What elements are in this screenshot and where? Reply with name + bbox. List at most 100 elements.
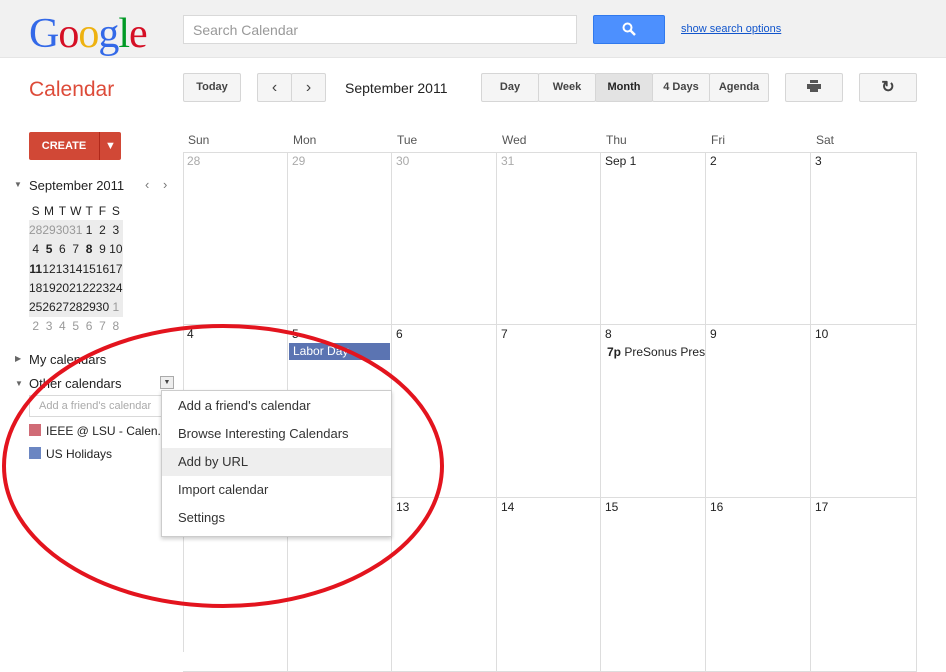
day-cell[interactable]: 7 [497,325,601,498]
show-search-options-link[interactable]: show search options [681,23,781,35]
menu-add-friend[interactable]: Add a friend's calendar [162,392,391,420]
mini-day[interactable]: 6 [55,239,70,259]
google-logo[interactable]: Google [29,10,148,58]
day-cell[interactable]: 28 [183,152,288,325]
mini-day[interactable]: 16 [95,258,110,279]
mini-day[interactable]: 14 [69,258,83,279]
dow: W [70,203,82,218]
mini-day[interactable]: 18 [29,278,43,298]
mini-day[interactable]: 30 [95,297,110,317]
today-button[interactable]: Today [183,73,241,102]
day-cell[interactable]: 14 [497,498,601,672]
day-cell[interactable]: 15 [601,498,706,672]
calendar-item[interactable]: US Holidays [29,447,112,461]
day-cell[interactable]: 31 [497,152,601,325]
mini-day[interactable]: 31 [69,220,83,240]
mini-day[interactable]: 7 [69,239,83,259]
mini-day[interactable]: 2 [95,220,110,240]
event-presonus[interactable]: 7p PreSonus Pres [607,345,705,359]
day-cell[interactable]: 9 [706,325,811,498]
next-button[interactable]: › [291,73,326,102]
mini-day[interactable]: 10 [109,239,123,259]
mini-day[interactable]: 21 [69,278,83,298]
mini-day[interactable]: 19 [42,278,56,298]
view-month[interactable]: Month [595,73,653,102]
mini-day[interactable]: 12 [42,258,56,279]
menu-import[interactable]: Import calendar [162,476,391,504]
mini-day[interactable]: 1 [82,220,96,240]
day-cell[interactable]: 6 [392,325,497,498]
menu-settings[interactable]: Settings [162,504,391,532]
mini-day[interactable]: 8 [109,317,122,336]
mini-calendar-title[interactable]: September 2011 [29,178,124,193]
mini-day[interactable]: 17 [109,258,123,279]
refresh-button[interactable]: ↻ [859,73,917,102]
day-cell[interactable]: 2 [706,152,811,325]
refresh-icon: ↻ [881,79,895,96]
day-of-week-header: Tue [397,133,418,147]
view-4days[interactable]: 4 Days [652,73,710,102]
mini-day[interactable]: 1 [109,297,123,317]
mini-day[interactable]: 28 [29,220,43,240]
add-friend-calendar-input[interactable]: Add a friend's calendar [29,395,164,417]
dow: S [111,203,120,218]
mini-day[interactable]: 27 [55,297,70,317]
menu-browse[interactable]: Browse Interesting Calendars [162,420,391,448]
mini-next-icon[interactable]: › [163,177,167,192]
mini-day[interactable]: 22 [82,278,96,298]
day-cell[interactable]: 17 [811,498,917,672]
mini-day[interactable]: 15 [82,258,96,279]
dow: S [31,203,40,218]
day-cell[interactable]: 30 [392,152,497,325]
view-week[interactable]: Week [538,73,596,102]
mini-day[interactable]: 24 [109,278,123,298]
mini-day[interactable]: 11 [29,258,43,279]
day-cell[interactable]: 29 [288,152,392,325]
mini-day[interactable]: 4 [56,317,69,336]
mini-day[interactable]: 28 [69,297,83,317]
day-cell[interactable]: 16 [706,498,811,672]
search-button[interactable] [593,15,665,44]
mini-day[interactable]: 30 [55,220,70,240]
mini-day[interactable]: 8 [82,239,96,259]
mini-day[interactable]: 5 [42,239,56,259]
prev-button[interactable]: ‹ [257,73,292,102]
mini-day[interactable]: 29 [42,220,56,240]
calendar-item[interactable]: IEEE @ LSU - Calen... [29,424,168,438]
mini-day[interactable]: 13 [55,258,70,279]
my-calendars-header[interactable]: My calendars [29,352,106,367]
mini-day[interactable]: 25 [29,297,43,317]
search-input[interactable]: Search Calendar [183,15,577,44]
mini-day[interactable]: 20 [55,278,70,298]
mini-day[interactable]: 4 [29,239,43,259]
calendar-name: US Holidays [46,447,113,461]
print-button[interactable] [785,73,843,102]
mini-day[interactable]: 9 [95,239,110,259]
expand-icon[interactable]: ▶ [15,354,21,363]
view-day[interactable]: Day [481,73,539,102]
day-cell[interactable]: 10 [811,325,917,498]
other-calendars-dropdown-icon[interactable]: ▼ [160,376,174,389]
mini-day[interactable]: 7 [96,317,109,336]
mini-day[interactable]: 3 [109,220,123,240]
mini-day[interactable]: 29 [82,297,96,317]
mini-day[interactable]: 23 [95,278,110,298]
mini-day[interactable]: 3 [42,317,55,336]
other-calendars-header[interactable]: Other calendars [29,376,122,391]
mini-day[interactable]: 5 [69,317,82,336]
view-agenda[interactable]: Agenda [709,73,769,102]
create-dropdown-icon[interactable]: ▼ [99,132,121,160]
current-period: September 2011 [345,80,448,96]
event-labor-day[interactable]: Labor Day [289,343,390,360]
collapse-icon[interactable]: ▼ [14,180,22,189]
day-cell[interactable]: 13 [392,498,497,672]
mini-prev-icon[interactable]: ‹ [145,177,149,192]
mini-day[interactable]: 2 [29,317,42,336]
create-button[interactable]: CREATE ▼ [29,132,121,160]
mini-day[interactable]: 26 [42,297,56,317]
day-cell[interactable]: Sep 1 [601,152,706,325]
day-cell[interactable]: 3 [811,152,917,325]
mini-day[interactable]: 6 [82,317,95,336]
menu-add-by-url[interactable]: Add by URL [162,448,391,476]
collapse-icon[interactable]: ▼ [15,379,23,388]
